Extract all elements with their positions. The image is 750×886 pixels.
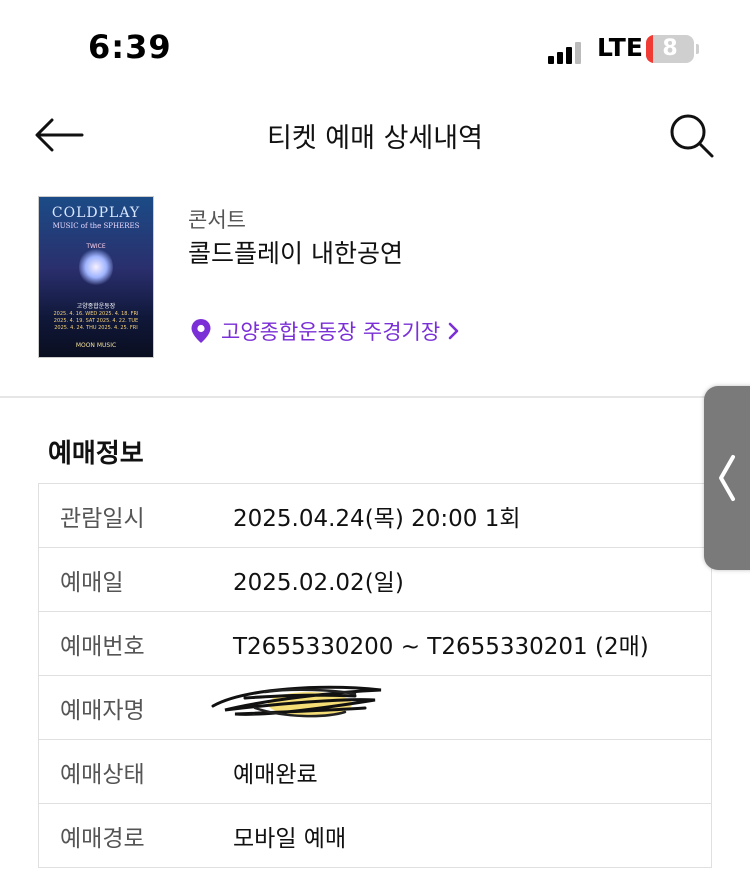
battery-tip: [696, 44, 699, 54]
venue-link[interactable]: 고양종합운동장 주경기장: [190, 316, 460, 346]
event-poster: COLDPLAY MUSIC of the SPHERES TWICE 고양종합…: [38, 196, 154, 358]
booking-info-table: 관람일시 2025.04.24(목) 20:00 1회 예매일 2025.02.…: [38, 483, 712, 868]
search-button[interactable]: [664, 110, 718, 160]
info-label: 예매일: [60, 569, 124, 596]
poster-title: COLDPLAY: [51, 205, 141, 221]
chevron-right-icon: [448, 322, 459, 340]
poster-date-line: 2025. 4. 19. SAT 2025. 4. 22. TUE: [53, 318, 139, 324]
info-value: 예매완료: [233, 761, 318, 788]
info-row-booking-status: 예매상태 예매완료: [39, 740, 711, 804]
info-row-booking-date: 예매일 2025.02.02(일): [39, 548, 711, 612]
signal-icon: [548, 38, 588, 64]
battery-level: 8: [662, 36, 678, 61]
status-bar: 6:39 LTE 8: [0, 0, 750, 100]
info-label: 예매번호: [60, 633, 145, 660]
carrier-label: LTE: [597, 33, 643, 62]
info-value: T2655330200 ~ T2655330201 (2매): [233, 633, 649, 660]
info-row-viewing-datetime: 관람일시 2025.04.24(목) 20:00 1회: [39, 484, 711, 548]
info-row-booking-channel: 예매경로 모바일 예매: [39, 804, 711, 868]
event-category: 콘서트: [188, 208, 246, 232]
info-row-booking-number: 예매번호 T2655330200 ~ T2655330201 (2매): [39, 612, 711, 676]
poster-dates: 2025. 4. 16. WED 2025. 4. 18. FRI 2025. …: [39, 311, 153, 332]
location-pin-icon: [191, 319, 211, 343]
info-label: 관람일시: [60, 505, 145, 532]
info-label: 예매상태: [60, 761, 145, 788]
info-label: 예매경로: [60, 825, 145, 852]
poster-date-line: 2025. 4. 24. THU 2025. 4. 25. FRI: [54, 325, 138, 331]
chevron-left-icon: [719, 455, 735, 501]
header: 티켓 예매 상세내역: [0, 100, 750, 170]
redaction-scribble: [211, 685, 382, 718]
poster-date-line: 2025. 4. 16. WED 2025. 4. 18. FRI: [53, 311, 139, 317]
poster-venue: 고양종합운동장: [76, 303, 116, 310]
search-icon: [670, 114, 714, 158]
poster-subtitle: MUSIC of the SPHERES: [52, 222, 140, 230]
page-title: 티켓 예매 상세내역: [267, 123, 483, 154]
poster-stage-light: [79, 247, 113, 287]
event-title: 콜드플레이 내한공연: [188, 239, 403, 268]
info-value: 2025.04.24(목) 20:00 1회: [233, 505, 521, 532]
booking-info-title: 예매정보: [48, 439, 144, 469]
info-value: 2025.02.02(일): [233, 569, 404, 596]
battery-icon: 8: [646, 35, 694, 63]
venue-name: 고양종합운동장 주경기장: [221, 320, 441, 344]
side-drawer-handle[interactable]: [704, 386, 750, 570]
info-value: 모바일 예매: [233, 825, 347, 852]
poster-footer: MOON MUSIC: [75, 342, 117, 349]
status-time: 6:39: [88, 28, 172, 66]
section-divider: [0, 396, 750, 398]
info-label: 예매자명: [60, 697, 145, 724]
